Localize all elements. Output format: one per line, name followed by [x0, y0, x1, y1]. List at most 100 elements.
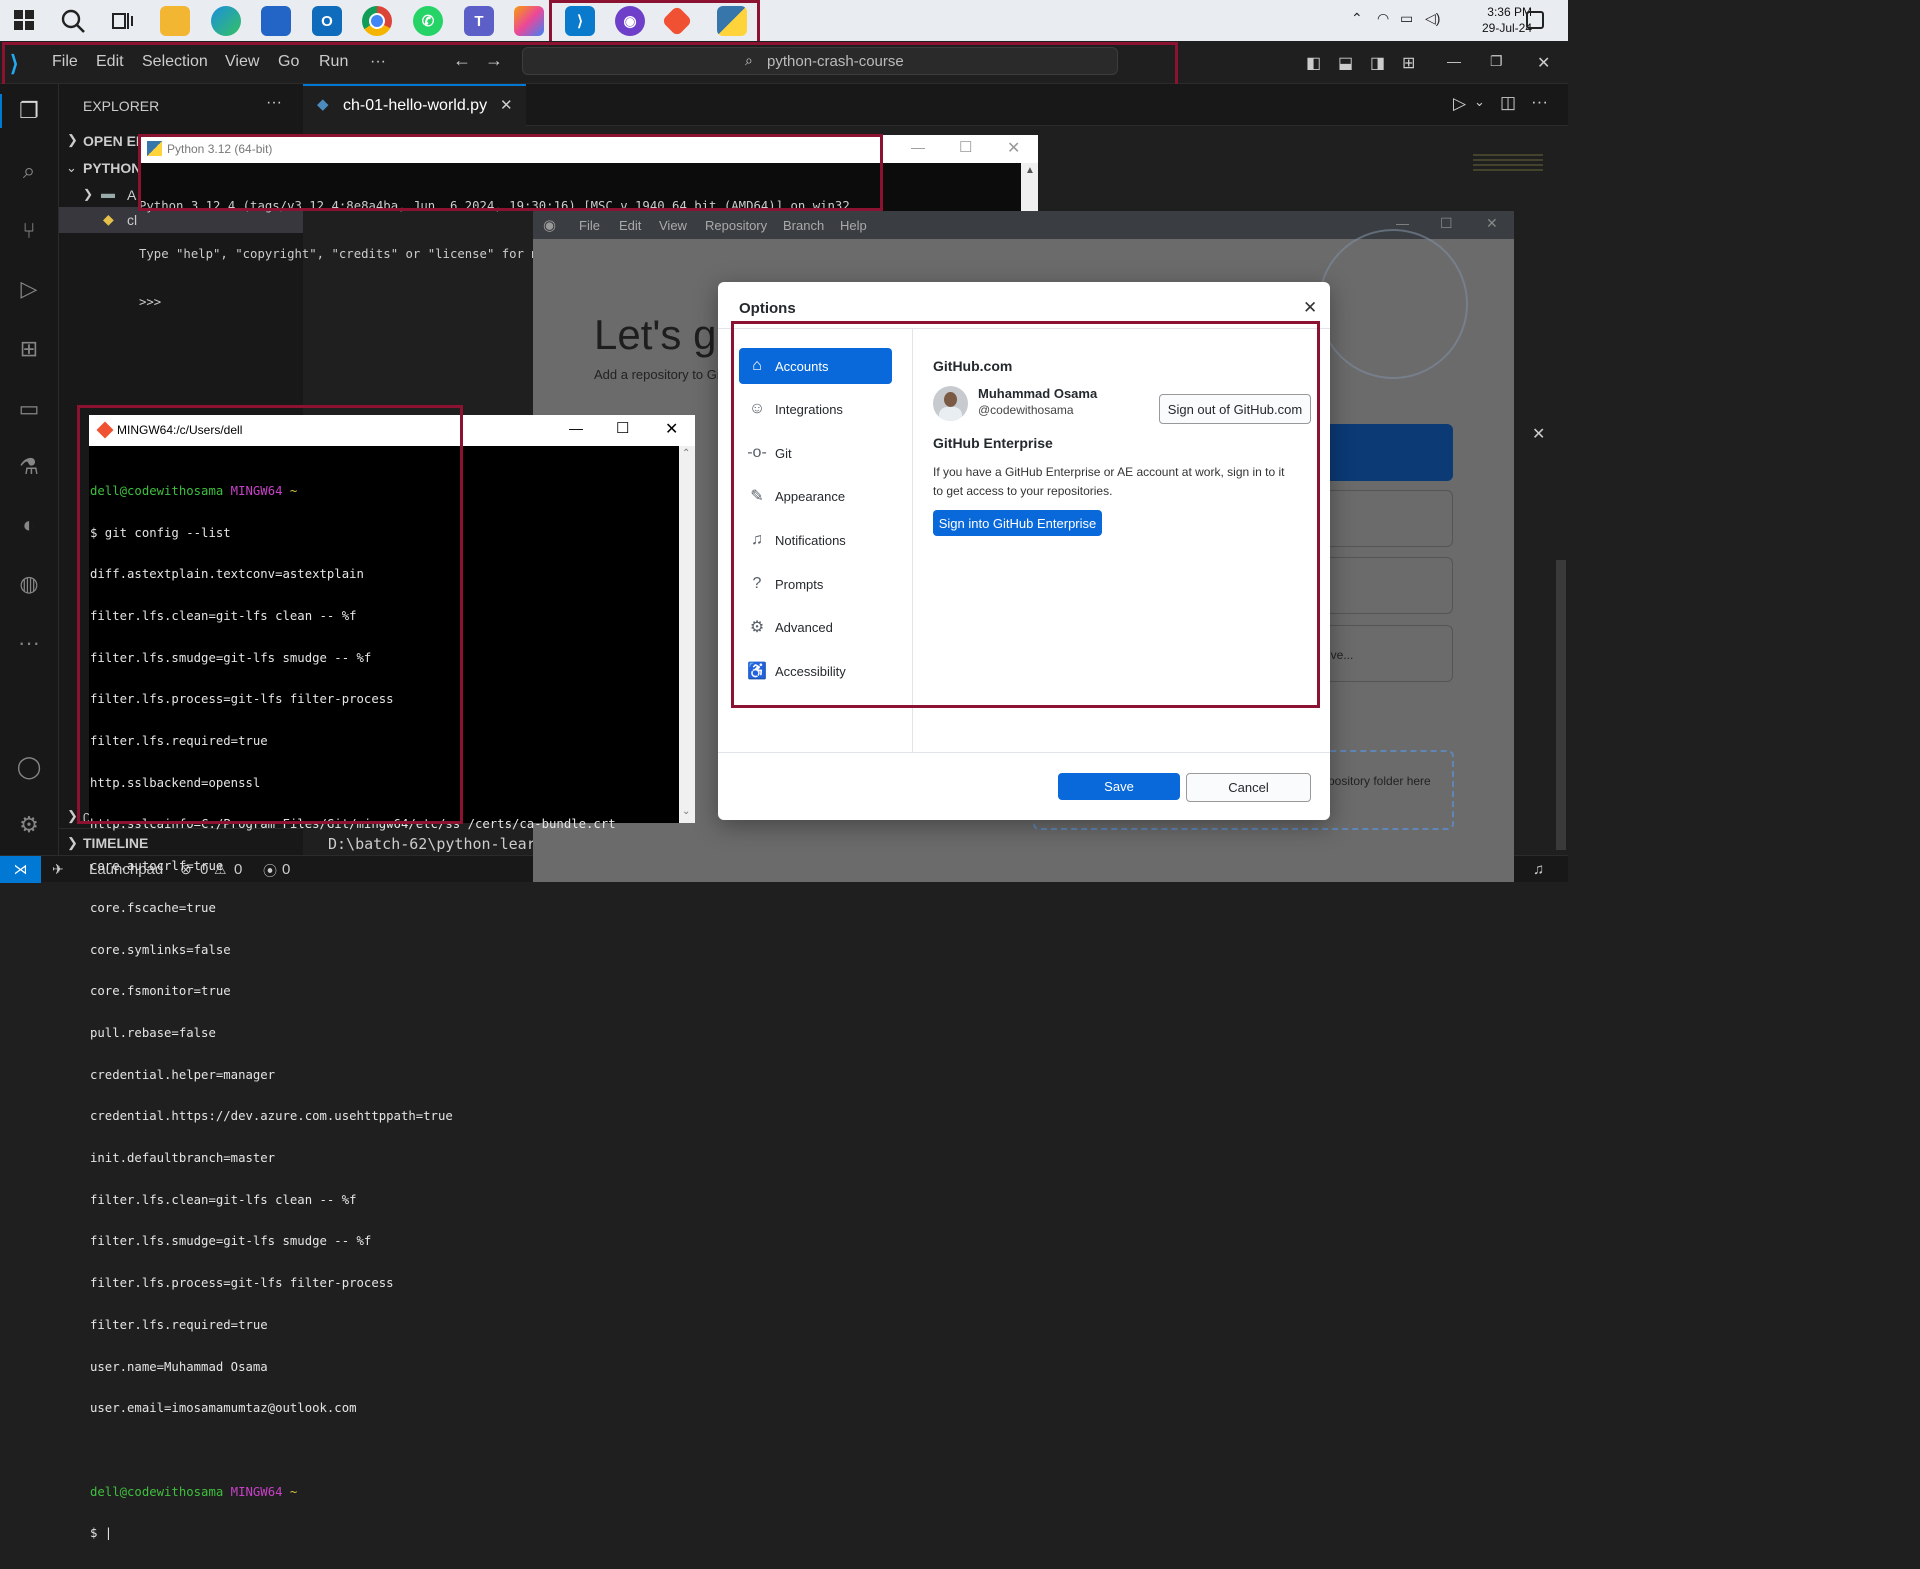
chevron-right-icon[interactable]: ❯ — [83, 187, 93, 201]
nav-accounts[interactable]: ⌂ Accounts — [739, 348, 892, 384]
notification-center-icon[interactable] — [1526, 11, 1544, 29]
chevron-down-icon[interactable]: ⌄ — [1474, 94, 1485, 110]
extensions-icon[interactable]: ⊞ — [14, 334, 44, 364]
tab-hello-world[interactable]: ◆ ch-01-hello-world.py ✕ — [303, 84, 526, 126]
open-editors-section[interactable]: OPEN EI — [83, 133, 140, 149]
more-icon[interactable]: ··· — [14, 628, 44, 658]
forward-arrow-icon[interactable]: → — [485, 50, 503, 71]
toggle-sidebar-icon[interactable]: ◧ — [1306, 53, 1321, 73]
account-icon[interactable]: ◯ — [14, 752, 44, 782]
restore-icon[interactable]: ❐ — [1490, 53, 1503, 70]
editor-more-icon[interactable]: ··· — [1531, 92, 1548, 112]
run-debug-icon[interactable]: ▷ — [14, 274, 44, 304]
maximize-icon[interactable]: ☐ — [959, 138, 972, 156]
add-existing-button[interactable] — [1323, 557, 1453, 614]
project-section[interactable]: PYTHON — [83, 160, 141, 176]
gh-menu-repository[interactable]: Repository — [705, 218, 767, 233]
menu-selection[interactable]: Selection — [142, 53, 208, 71]
whatsapp-icon[interactable]: ✆ — [413, 6, 443, 36]
remote-explorer-icon[interactable]: ▭ — [14, 394, 44, 424]
menu-file[interactable]: File — [52, 53, 78, 71]
back-arrow-icon[interactable]: ← — [453, 50, 471, 71]
gh-menu-branch[interactable]: Branch — [783, 218, 824, 233]
chevron-down-icon[interactable]: ⌄ — [66, 160, 77, 176]
close-icon[interactable]: ✕ — [1007, 138, 1020, 158]
console-scrollbar[interactable]: ▲ — [1021, 163, 1038, 211]
teams-icon[interactable]: T — [464, 6, 494, 36]
nav-advanced[interactable]: ⚙ Advanced — [739, 609, 892, 645]
nav-prompts[interactable]: ? Prompts — [739, 566, 892, 602]
maximize-icon[interactable]: ☐ — [1440, 215, 1453, 232]
minimize-icon[interactable]: — — [1447, 53, 1461, 69]
gh-menu-edit[interactable]: Edit — [619, 218, 641, 233]
close-icon[interactable]: ✕ — [1303, 298, 1317, 318]
source-control-icon[interactable]: ⑂ — [14, 216, 44, 246]
git-bash-titlebar[interactable]: MINGW64:/c/Users/dell — ☐ ✕ — [89, 415, 695, 446]
system-clock[interactable]: 3:36 PM 29-Jul-24 — [1482, 4, 1532, 36]
nav-accessibility[interactable]: ♿ Accessibility — [739, 653, 892, 689]
edge-devtools-icon[interactable]: ◐ — [14, 510, 44, 540]
toggle-secondary-sidebar-icon[interactable]: ◨ — [1370, 53, 1385, 73]
menu-go[interactable]: Go — [278, 53, 299, 71]
chevron-up-icon[interactable]: ⌃ — [1351, 10, 1363, 27]
gh-menu-help[interactable]: Help — [840, 218, 867, 233]
run-file-icon[interactable]: ▷ — [1453, 94, 1466, 114]
search-icon[interactable]: ⌕ — [14, 156, 44, 186]
battery-icon[interactable]: ▭ — [1400, 10, 1413, 27]
menu-edit[interactable]: Edit — [96, 53, 124, 71]
outlook-icon[interactable]: O — [312, 6, 342, 36]
explorer-icon[interactable]: ❐ — [14, 96, 44, 126]
python-console-titlebar[interactable]: Python 3.12 (64-bit) — ☐ ✕ — [139, 135, 1038, 163]
remote-indicator[interactable]: ⋊ — [0, 856, 41, 883]
edge-icon[interactable] — [211, 6, 241, 36]
maximize-icon[interactable]: ☐ — [616, 419, 629, 437]
close-icon[interactable]: ✕ — [665, 419, 678, 439]
nav-notifications[interactable]: ♫ Notifications — [739, 522, 892, 558]
menu-run[interactable]: Run — [319, 53, 348, 71]
windows-start-icon[interactable] — [14, 10, 34, 30]
git-graph-icon[interactable]: ◍ — [14, 569, 44, 599]
folder-label[interactable]: A — [127, 187, 136, 203]
customize-layout-icon[interactable]: ⊞ — [1402, 53, 1415, 73]
menu-more[interactable]: ··· — [370, 53, 386, 71]
explorer-more-icon[interactable]: ··· — [266, 94, 282, 112]
copilot-icon[interactable] — [514, 6, 544, 36]
chevron-right-icon[interactable]: ❯ — [67, 808, 78, 824]
gear-icon[interactable]: ⚙ — [14, 810, 44, 840]
gh-menu-file[interactable]: File — [579, 218, 600, 233]
save-button[interactable]: Save — [1058, 773, 1180, 800]
gh-menu-view[interactable]: View — [659, 218, 687, 233]
chevron-right-icon[interactable]: ❯ — [67, 132, 78, 148]
git-bash-window[interactable]: MINGW64:/c/Users/dell — ☐ ✕ dell@codewit… — [89, 415, 695, 1540]
file-explorer-icon[interactable] — [160, 6, 190, 36]
task-view-icon[interactable] — [111, 10, 133, 32]
menu-view[interactable]: View — [225, 53, 259, 71]
panel-close-icon[interactable]: ✕ — [1532, 424, 1545, 444]
wifi-icon[interactable]: ◠ — [1377, 10, 1389, 27]
volume-icon[interactable]: ◁) — [1425, 10, 1440, 27]
command-center-search[interactable]: ⌕ python-crash-course — [522, 47, 1118, 75]
git-bash-scrollbar[interactable]: ⌃ ⌄ — [679, 446, 695, 823]
github-desktop-icon[interactable]: ◉ — [615, 6, 645, 36]
close-icon[interactable]: ✕ — [1537, 53, 1550, 73]
git-icon[interactable] — [661, 5, 693, 37]
clone-repo-button[interactable] — [1323, 490, 1453, 547]
create-repo-button[interactable] — [1323, 424, 1453, 481]
close-tab-icon[interactable]: ✕ — [500, 96, 513, 114]
vscode-icon[interactable]: ⟩ — [565, 6, 595, 36]
nav-git[interactable]: -o- Git — [739, 435, 892, 471]
chevron-right-icon[interactable]: ❯ — [67, 835, 78, 851]
cancel-button[interactable]: Cancel — [1186, 773, 1311, 802]
close-icon[interactable]: ✕ — [1486, 215, 1498, 232]
search-icon[interactable] — [60, 8, 86, 34]
editor-scrollbar[interactable] — [1556, 560, 1566, 850]
notifications-bell-icon[interactable]: ♫ — [1533, 861, 1544, 878]
store-icon[interactable] — [261, 6, 291, 36]
minimize-icon[interactable]: — — [569, 420, 583, 436]
toggle-panel-icon[interactable]: ⬓ — [1338, 53, 1353, 73]
split-editor-icon[interactable]: ◫ — [1500, 93, 1516, 113]
git-bash-output[interactable]: dell@codewithosama MINGW64 ~ $ git confi… — [90, 457, 678, 1540]
input-line[interactable]: $ | — [90, 1526, 678, 1541]
python-console-window[interactable]: Python 3.12 (64-bit) — ☐ ✕ Python 3.12.4… — [139, 135, 1038, 309]
sign-out-button[interactable]: Sign out of GitHub.com — [1159, 394, 1311, 424]
